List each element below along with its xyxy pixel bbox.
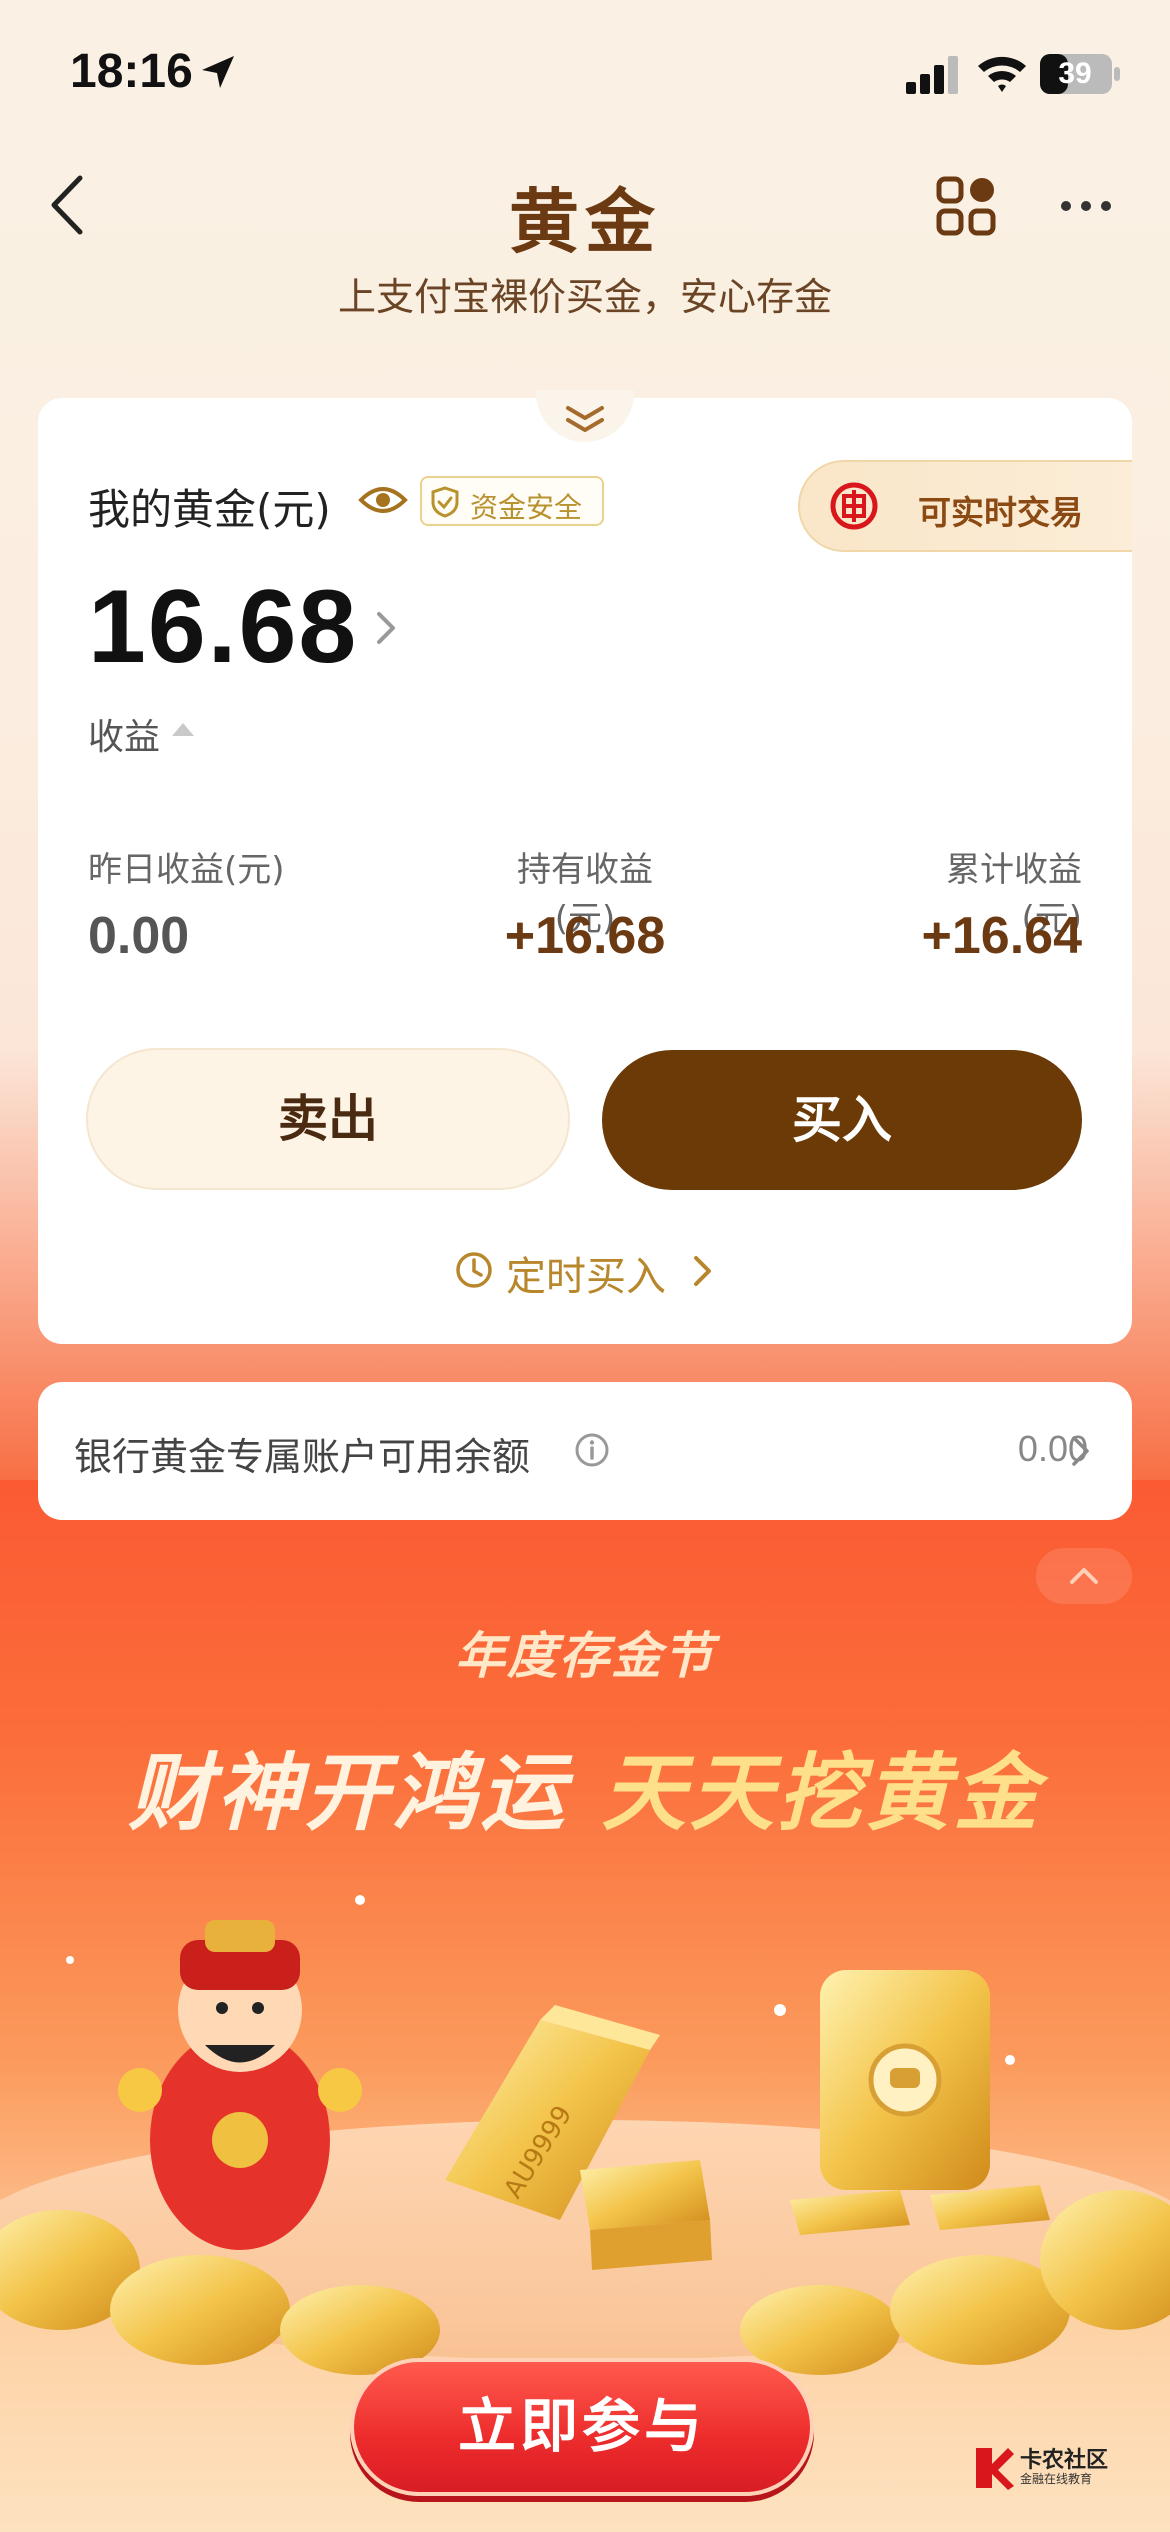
shield-check-icon: [431, 486, 459, 518]
bank-account-amount: 0.00: [1017, 1428, 1088, 1469]
buy-button[interactable]: 买入: [602, 1050, 1082, 1190]
more-options-icon[interactable]: [1060, 198, 1112, 214]
my-gold-label: 我的黄金(元): [88, 485, 331, 534]
clock-icon: [456, 1252, 492, 1288]
mini-app-grid-icon[interactable]: [936, 176, 996, 236]
chevron-up-icon: [1070, 1568, 1098, 1584]
status-bar: 18:16 39: [0, 0, 1170, 150]
timed-buy-text: 定时买入: [506, 1254, 666, 1300]
chevron-right-icon: [1072, 1436, 1089, 1466]
profit-toggle-label[interactable]: 收益: [88, 708, 160, 760]
banner-collapse-button[interactable]: [1036, 1548, 1132, 1604]
chevron-right-icon: [694, 1256, 711, 1286]
slogan-part-2: 天天挖黄金: [601, 1744, 1042, 1842]
battery-level: 39: [1058, 57, 1092, 90]
bank-gold-account-row[interactable]: 银行黄金专属账户可用余额 0.00: [38, 1382, 1132, 1520]
chevron-right-icon[interactable]: [374, 608, 398, 648]
cellular-signal-icon: [906, 56, 958, 94]
festival-title: 年度存金节: [455, 1627, 715, 1685]
location-arrow-icon: [202, 56, 234, 88]
watermark-subtitle: 金融在线教育: [1020, 2472, 1093, 2486]
watermark: 卡农社区 金融在线教育: [972, 2440, 1152, 2500]
banner-slogan: 财神开鸿运 天天挖黄金: [0, 1726, 1170, 1847]
status-time: 18:16: [70, 45, 193, 98]
funds-safe-badge[interactable]: 资金安全: [420, 476, 604, 526]
kanong-logo-icon: [976, 2448, 1014, 2490]
banner-illustration[interactable]: AU9999: [0, 1840, 1170, 2400]
yesterday-profit-value: 0.00: [88, 907, 190, 965]
bank-logo-icon: [830, 482, 878, 530]
wifi-icon: [978, 56, 1026, 92]
info-icon[interactable]: [574, 1432, 610, 1468]
caret-up-icon[interactable]: [170, 720, 196, 738]
realtime-trade-text: 可实时交易: [918, 493, 1083, 532]
holding-profit-value: +16.68: [504, 907, 666, 965]
funds-safe-text: 资金安全: [470, 491, 583, 524]
join-now-button[interactable]: 立即参与: [350, 2358, 814, 2496]
realtime-trade-badge[interactable]: 可实时交易: [798, 460, 1132, 552]
cumulative-profit-value: +16.64: [921, 907, 1083, 965]
timed-buy-link[interactable]: 定时买入: [454, 1240, 724, 1300]
page-subtitle: 上支付宝裸价买金，安心存金: [337, 275, 832, 319]
double-chevron-down-icon[interactable]: [560, 402, 610, 438]
yesterday-profit-label: 昨日收益(元): [88, 850, 285, 890]
bank-account-label: 银行黄金专属账户可用余额: [74, 1435, 531, 1479]
gold-balance[interactable]: 16.68: [88, 568, 358, 687]
eye-visibility-icon[interactable]: [358, 482, 408, 518]
sell-button[interactable]: 卖出: [86, 1048, 570, 1190]
slogan-part-1: 财神开鸿运: [128, 1744, 569, 1842]
